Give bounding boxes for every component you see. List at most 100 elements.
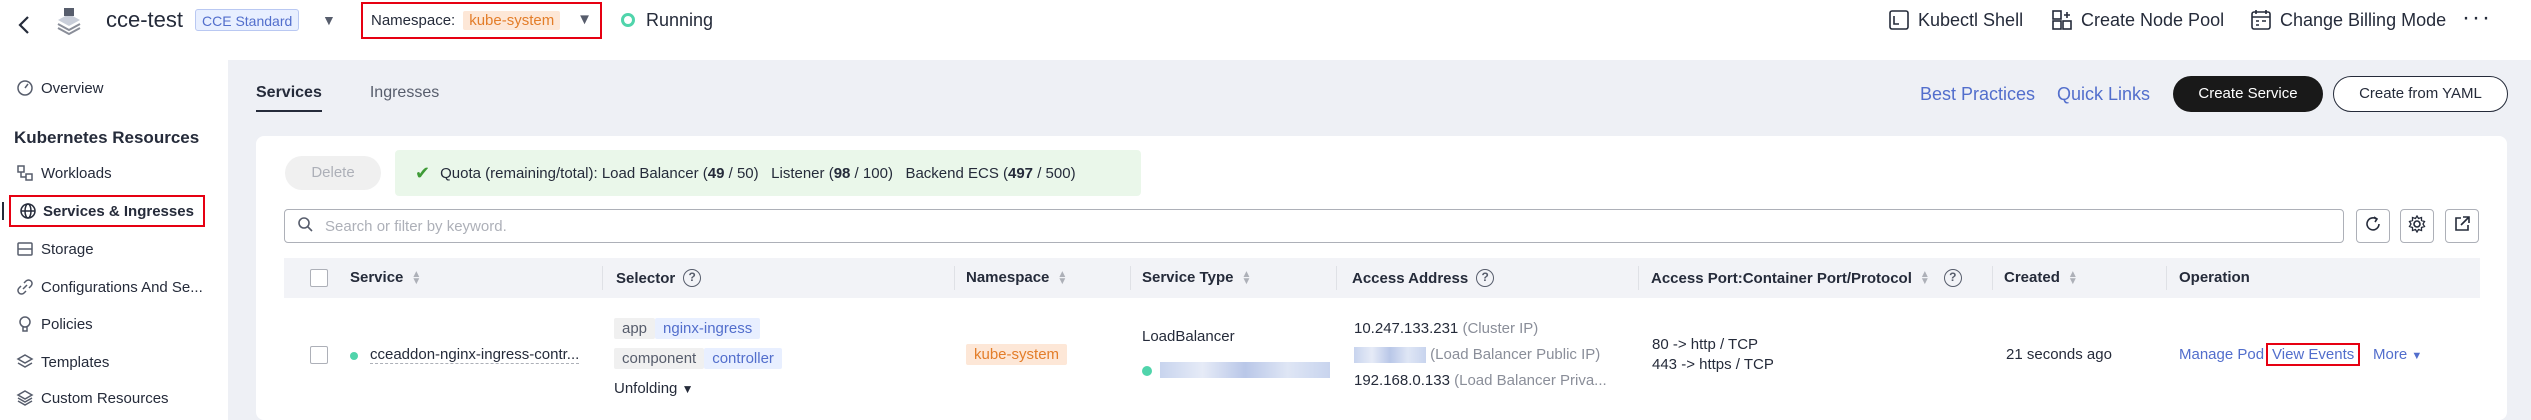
sidebar-item-services-ingresses[interactable]: Services & Ingresses: [9, 195, 205, 227]
search-bar[interactable]: [284, 209, 2344, 243]
sidebar-item-custom-resources[interactable]: Custom Resources: [0, 382, 228, 414]
column-selector: Selector ?: [616, 269, 702, 287]
edition-badge: CCE Standard: [195, 9, 300, 31]
terminal-icon: [1888, 9, 1910, 31]
quota-ecs-total: 500: [1045, 164, 1071, 182]
sidebar-item-label: Workloads: [41, 164, 112, 182]
column-service[interactable]: Service ▲ ▼: [350, 269, 421, 286]
service-status-icon: [350, 352, 358, 360]
service-type: LoadBalancer: [1142, 328, 1235, 345]
kubectl-shell-button[interactable]: Kubectl Shell: [1888, 9, 2023, 31]
sort-icon[interactable]: ▲ ▼: [2068, 269, 2078, 286]
sidebar-item-storage[interactable]: Storage: [0, 233, 228, 265]
lb-private-ip: 192.168.0.133 (Load Balancer Priva...: [1354, 372, 1607, 389]
refresh-button[interactable]: [2356, 209, 2390, 243]
overview-icon: [16, 79, 34, 97]
namespace-select[interactable]: Namespace: kube-system ▼: [361, 2, 602, 39]
sort-icon[interactable]: ▲ ▼: [411, 269, 421, 286]
create-node-pool-label: Create Node Pool: [2081, 9, 2225, 30]
column-label: Access Address: [1352, 269, 1469, 287]
gear-icon: [2408, 214, 2426, 237]
search-input[interactable]: [325, 217, 2225, 235]
back-arrow-icon[interactable]: [14, 14, 36, 36]
column-namespace[interactable]: Namespace ▲ ▼: [966, 269, 1067, 286]
export-button[interactable]: [2445, 209, 2479, 243]
create-from-yaml-button[interactable]: Create from YAML: [2333, 76, 2508, 112]
unfolding-toggle[interactable]: Unfolding ▼: [614, 380, 693, 397]
sidebar-item-label: Storage: [41, 240, 94, 258]
export-icon: [2453, 215, 2471, 237]
column-label: Created: [2004, 269, 2060, 286]
sidebar-item-workloads[interactable]: Workloads: [0, 157, 228, 189]
table-row: cceaddon-nginx-ingress-contr... app nginx…: [284, 298, 2480, 420]
sort-icon[interactable]: ▲ ▼: [1241, 269, 1251, 286]
active-indicator: [2, 202, 4, 220]
cluster-switch-caret-icon[interactable]: ▼: [322, 12, 336, 28]
column-access-address: Access Address ?: [1352, 269, 1495, 287]
sidebar-item-policies[interactable]: Policies: [0, 308, 228, 340]
help-icon[interactable]: ?: [683, 269, 702, 287]
best-practices-link[interactable]: Best Practices: [1920, 84, 2035, 105]
selector-key: component: [614, 348, 705, 369]
column-operation: Operation: [2179, 269, 2250, 286]
sidebar-item-overview[interactable]: Overview: [0, 72, 228, 104]
more-options-icon[interactable]: ···: [2462, 4, 2492, 32]
running-status-icon: [621, 13, 635, 27]
refresh-icon: [2364, 215, 2382, 237]
sort-icon[interactable]: ▲ ▼: [1920, 270, 1930, 287]
quota-lb-label: Load Balancer: [601, 164, 699, 182]
sidebar-item-configurations[interactable]: Configurations And Se...: [0, 271, 228, 303]
sort-icon[interactable]: ▲ ▼: [1057, 269, 1067, 286]
quick-links-link[interactable]: Quick Links: [2057, 84, 2150, 105]
column-label: Selector: [616, 269, 676, 287]
column-label: Service Type: [1142, 269, 1234, 286]
column-service-type[interactable]: Service Type ▲ ▼: [1142, 269, 1251, 286]
settings-button[interactable]: [2400, 209, 2434, 243]
cluster-name: cce-test: [106, 7, 184, 32]
help-icon[interactable]: ?: [1943, 269, 1962, 287]
column-access-port[interactable]: Access Port:Container Port/Protocol ▲ ▼ ?: [1651, 269, 1962, 287]
globe-icon: [19, 202, 37, 220]
delete-button[interactable]: Delete: [285, 156, 381, 190]
column-divider: [1130, 266, 1131, 290]
column-label: Access Port:Container Port/Protocol: [1651, 269, 1912, 287]
help-icon[interactable]: ?: [1476, 269, 1495, 287]
chevron-down-icon: ▼: [577, 11, 592, 28]
template-icon: [16, 353, 34, 371]
unfolding-label: Unfolding: [614, 380, 678, 397]
tab-services[interactable]: Services: [256, 84, 322, 112]
service-name[interactable]: cceaddon-nginx-ingress-contr...: [370, 346, 580, 364]
select-all-checkbox[interactable]: [310, 269, 328, 287]
create-service-button[interactable]: Create Service: [2173, 76, 2323, 112]
column-divider: [1992, 266, 1993, 290]
lb-private-label: (Load Balancer Priva...: [1454, 372, 1607, 389]
port-mapping: 80 -> http / TCP: [1652, 336, 1759, 353]
column-label: Namespace: [966, 269, 1050, 286]
cluster-status: Running: [646, 10, 714, 30]
workloads-icon: [16, 164, 34, 182]
more-menu[interactable]: More ▼: [2373, 346, 2422, 363]
link-icon: [16, 278, 34, 296]
lb-public-label: (Load Balancer Public IP): [1430, 346, 1601, 363]
view-events-link[interactable]: View Events: [2266, 343, 2361, 366]
sidebar-item-label: Services & Ingresses: [43, 202, 194, 220]
search-icon: [297, 216, 313, 236]
quota-ecs-label: Backend ECS: [905, 164, 999, 182]
quota-listener-remaining: 98: [833, 164, 851, 182]
sidebar-item-templates[interactable]: Templates: [0, 346, 228, 378]
row-checkbox[interactable]: [310, 346, 328, 364]
create-node-pool-button[interactable]: Create Node Pool: [2051, 9, 2224, 31]
sidebar-item-label: Configurations And Se...: [41, 278, 203, 296]
load-balancer-name-redacted[interactable]: [1160, 362, 1330, 378]
caret-down-icon: ▼: [681, 382, 694, 396]
table-header: Service ▲ ▼ Selector ? Namespace ▲ ▼ Servi…: [284, 258, 2480, 298]
column-created[interactable]: Created ▲ ▼: [2004, 269, 2078, 286]
cluster-ip-label: (Cluster IP): [1462, 320, 1539, 337]
storage-icon: [16, 240, 34, 258]
tab-ingresses[interactable]: Ingresses: [370, 84, 439, 112]
manage-pod-link[interactable]: Manage Pod: [2179, 346, 2264, 363]
change-billing-mode-button[interactable]: Change Billing Mode: [2250, 9, 2446, 31]
load-balancer-status-icon: [1142, 366, 1152, 376]
lb-public-ip: (Load Balancer Public IP): [1354, 346, 1601, 364]
namespace-value: kube-system: [463, 11, 561, 30]
